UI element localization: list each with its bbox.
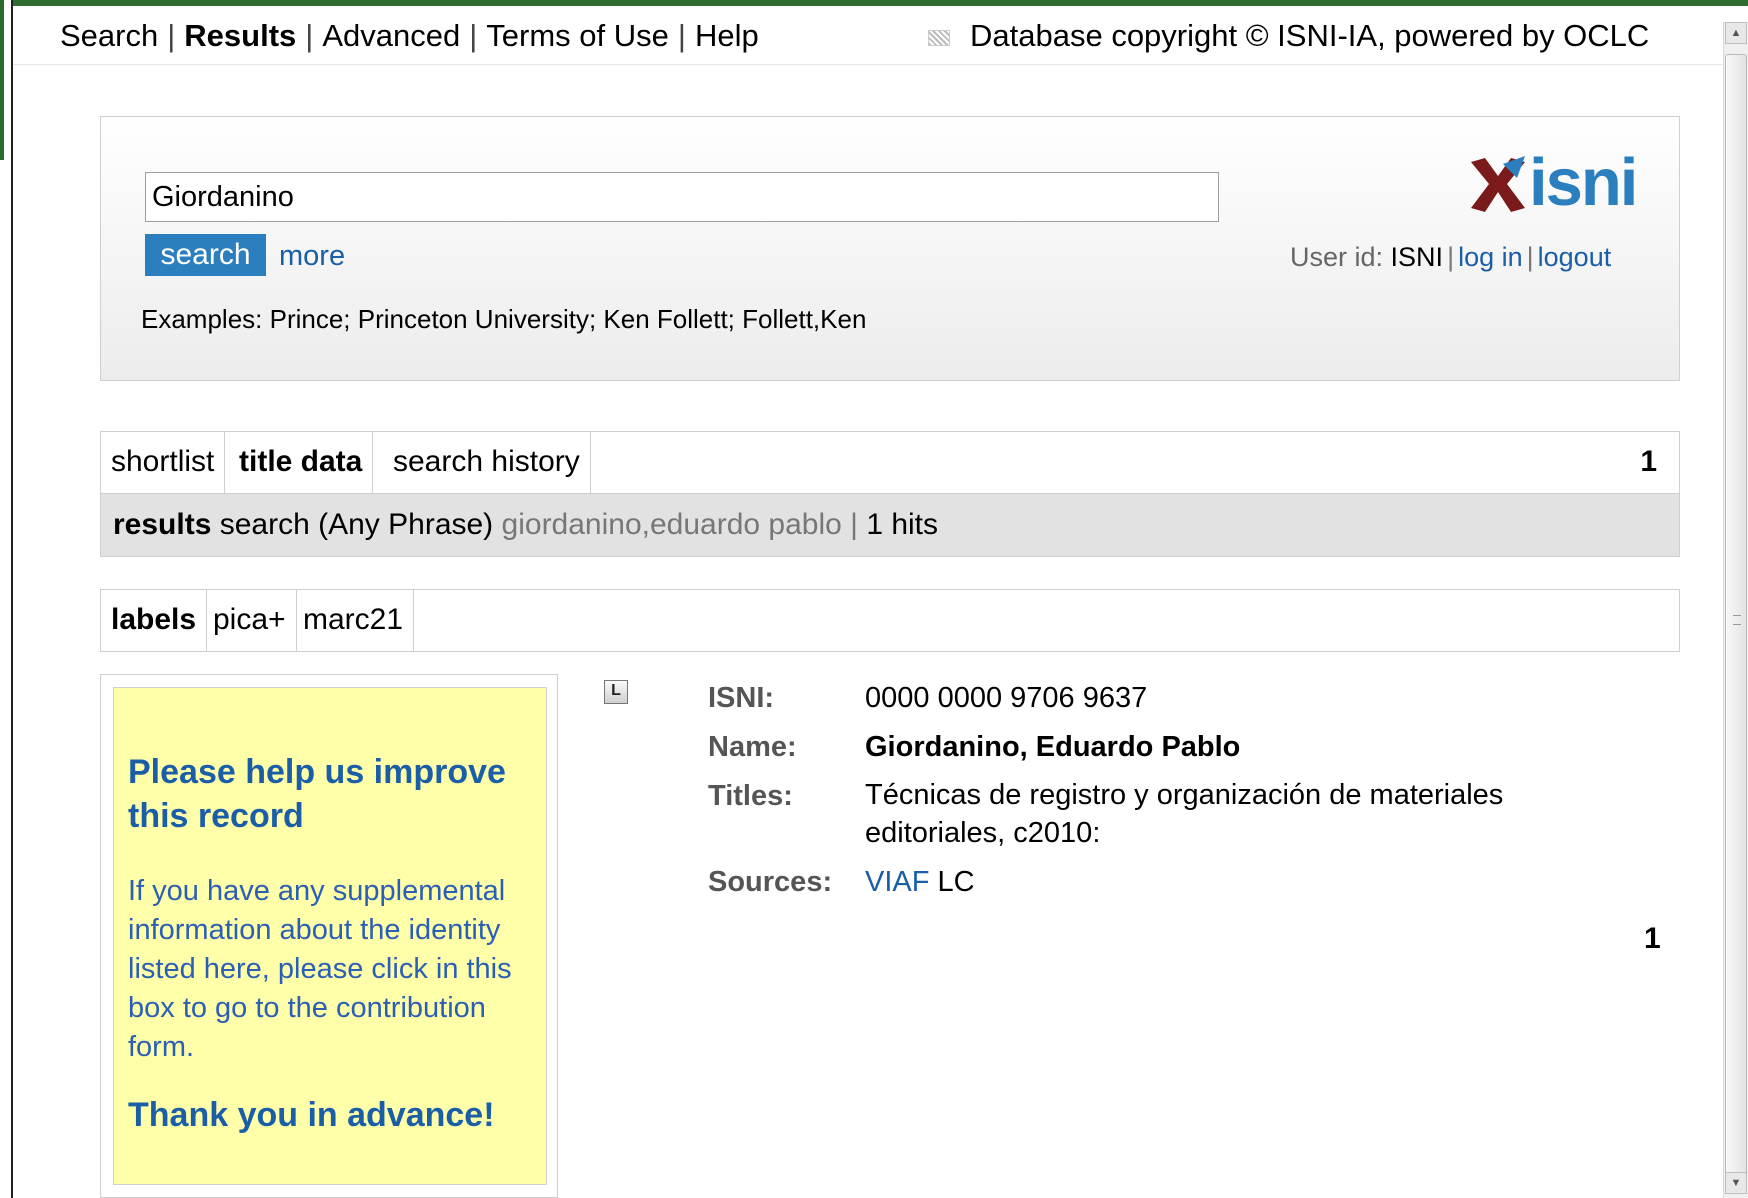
user-id-label: User id: [1290, 242, 1384, 272]
vertical-scrollbar[interactable]: ▲ ▼ [1723, 22, 1748, 1198]
scroll-down-icon[interactable]: ▼ [1725, 1172, 1747, 1194]
user-info: User id: ISNI | log in | logout [1290, 242, 1611, 273]
tab-count: 1 [1640, 445, 1657, 478]
search-button[interactable]: search [145, 234, 266, 276]
window-left-border [0, 0, 13, 1198]
name-value: Giordanino, Eduardo Pablo [865, 731, 1241, 763]
top-navigation: Search | Results | Advanced | Terms of Use | Hel… [60, 18, 759, 54]
titles-value: Técnicas de registro y organización de m… [865, 779, 1504, 849]
scroll-up-icon[interactable]: ▲ [1725, 22, 1747, 44]
results-summary: results search (Any Phrase) giordanino,e… [100, 494, 1680, 557]
results-query: search (Any Phrase) [219, 508, 494, 541]
user-separator: | [1526, 242, 1534, 272]
tab-title-data[interactable]: title data [229, 432, 374, 493]
results-hits: 1 hits [866, 508, 939, 541]
header-divider [13, 64, 1723, 65]
nav-terms-link[interactable]: Terms of Use [486, 18, 669, 53]
record-count: 1 [1644, 922, 1661, 955]
format-tabs-bar: labels pica+ marc21 [100, 589, 1680, 652]
isni-value: 0000 0000 9706 9637 [865, 682, 1148, 714]
help-thanks: Thank you in advance! [128, 1096, 495, 1134]
source-lc: LC [937, 866, 975, 898]
tab-marc21[interactable]: marc21 [293, 590, 415, 651]
search-input[interactable] [145, 172, 1219, 222]
source-viaf-link[interactable]: VIAF [865, 866, 929, 898]
more-options-link[interactable]: more [279, 240, 345, 273]
tab-shortlist[interactable]: shortlist [101, 432, 226, 493]
grip-icon [1733, 615, 1741, 625]
record-icon[interactable]: L [604, 680, 628, 704]
nav-results-link[interactable]: Results [184, 18, 296, 53]
user-id-value: ISNI [1390, 242, 1444, 272]
nav-help-link[interactable]: Help [695, 18, 759, 53]
copyright-notice: Database copyright © ISNI-IA, powered by… [928, 18, 1649, 54]
tab-pica-plus[interactable]: pica+ [203, 590, 297, 651]
isni-logo-icon [1471, 156, 1525, 212]
nav-separator: | [167, 18, 176, 53]
window-top-border [0, 0, 1748, 6]
help-text: If you have any supplemental information… [128, 875, 512, 1063]
contribution-help-box[interactable]: Please help us improve this record If yo… [113, 687, 547, 1185]
copyright-text: Database copyright © ISNI-IA, powered by… [970, 18, 1650, 53]
search-examples: Examples: Prince; Princeton University; … [141, 304, 867, 334]
nav-separator: | [677, 18, 686, 53]
tab-search-history[interactable]: search history [383, 432, 591, 493]
titles-label: Titles: [708, 780, 793, 812]
nav-separator: | [469, 18, 478, 53]
sources-value: VIAF LC [865, 866, 975, 899]
view-tabs-bar: shortlist title data search history 1 [100, 431, 1680, 494]
help-title: Please help us improve this record [128, 753, 506, 835]
logout-link[interactable]: logout [1538, 242, 1612, 272]
nav-search-link[interactable]: Search [60, 18, 158, 53]
name-label: Name: [708, 731, 797, 763]
isni-label: ISNI: [708, 682, 775, 714]
flag-icon[interactable] [928, 29, 950, 46]
nav-separator: | [305, 18, 314, 53]
results-term: giordanino,eduardo pablo [501, 508, 842, 541]
results-label: results [113, 508, 212, 541]
scrollbar-thumb[interactable] [1725, 54, 1747, 1178]
isni-logo-text: isni [1529, 145, 1638, 220]
nav-advanced-link[interactable]: Advanced [322, 18, 460, 53]
sources-label: Sources: [708, 866, 833, 898]
isni-logo: isni [1467, 145, 1639, 222]
tab-labels[interactable]: labels [101, 590, 208, 651]
login-link[interactable]: log in [1458, 242, 1523, 272]
user-separator: | [1447, 242, 1455, 272]
help-box-frame: Please help us improve this record If yo… [100, 674, 558, 1198]
results-separator: | [850, 508, 858, 541]
